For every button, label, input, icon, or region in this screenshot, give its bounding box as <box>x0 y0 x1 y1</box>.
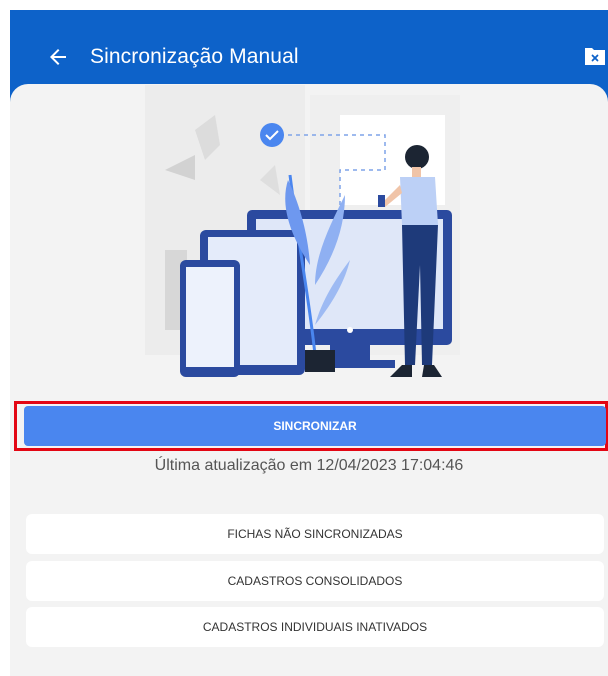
option-consolidated-records[interactable]: CADASTROS CONSOLIDADOS <box>26 561 604 601</box>
option-label: FICHAS NÃO SINCRONIZADAS <box>227 527 403 541</box>
page-title: Sincronização Manual <box>90 45 299 68</box>
option-unsynced-forms[interactable]: FICHAS NÃO SINCRONIZADAS <box>26 514 604 554</box>
option-label: CADASTROS CONSOLIDADOS <box>227 574 403 588</box>
arrow-left-icon[interactable] <box>46 45 70 69</box>
option-inactivated-individual-records[interactable]: CADASTROS INDIVIDUAIS INATIVADOS <box>26 607 604 647</box>
option-label: CADASTROS INDIVIDUAIS INATIVADOS <box>202 620 428 634</box>
sync-illustration <box>145 85 460 377</box>
folder-x-icon[interactable] <box>583 45 607 67</box>
last-update-text: Última atualização em 12/04/2023 17:04:4… <box>154 457 464 474</box>
sync-button[interactable]: SINCRONIZAR <box>24 406 606 446</box>
